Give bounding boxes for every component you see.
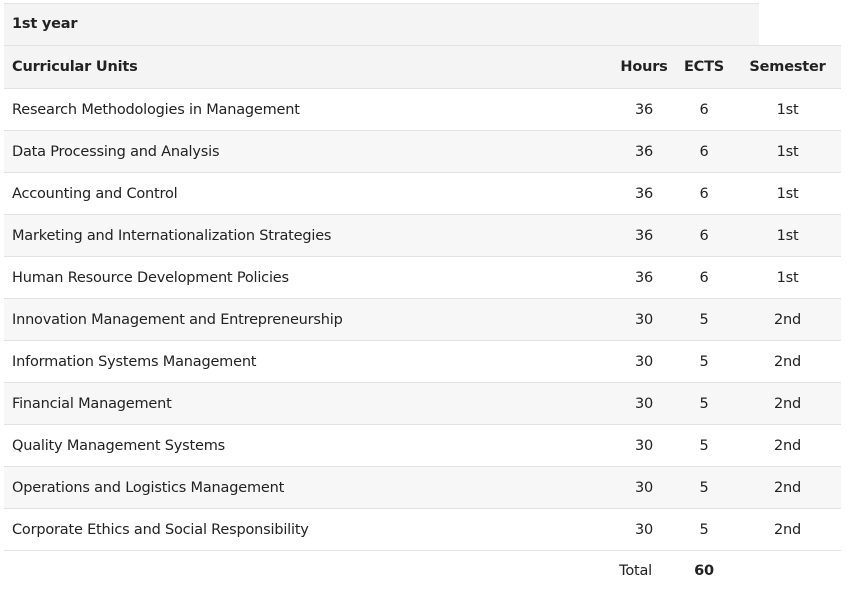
table-row: Human Resource Development Policies 36 6 1s…	[4, 256, 841, 299]
column-header-semester: Semester	[734, 45, 841, 89]
column-header-hours: Hours	[594, 45, 674, 89]
table-row: Operations and Logistics Management 30 5 2n…	[4, 466, 841, 509]
unit-name-cell: Accounting and Control	[4, 172, 594, 215]
ects-cell: 6	[674, 130, 734, 173]
table-row: Financial Management 30 5 2nd	[4, 382, 841, 425]
total-spacer-end	[734, 550, 841, 591]
total-ects-value: 60	[674, 550, 734, 591]
total-row: Total 60	[4, 550, 841, 591]
hours-cell: 36	[594, 214, 674, 257]
table-row: Innovation Management and Entrepreneursh…	[4, 298, 841, 341]
ects-cell: 5	[674, 508, 734, 551]
hours-cell: 30	[594, 508, 674, 551]
hours-cell: 30	[594, 340, 674, 383]
hours-cell: 30	[594, 424, 674, 467]
semester-cell: 2nd	[734, 424, 841, 467]
semester-cell: 2nd	[734, 508, 841, 551]
table-row: Marketing and Internationalization Strat…	[4, 214, 841, 257]
unit-name-cell: Marketing and Internationalization Strat…	[4, 214, 594, 257]
column-header-ects: ECTS	[674, 45, 734, 89]
total-spacer	[4, 550, 594, 591]
ects-cell: 6	[674, 88, 734, 131]
semester-cell: 2nd	[734, 340, 841, 383]
ects-cell: 5	[674, 382, 734, 425]
hours-cell: 36	[594, 256, 674, 299]
hours-cell: 36	[594, 88, 674, 131]
unit-name-cell: Operations and Logistics Management	[4, 466, 594, 509]
semester-cell: 2nd	[734, 298, 841, 341]
unit-name-cell: Financial Management	[4, 382, 594, 425]
curricular-units-table: Curricular Units Hours ECTS Semester Res…	[4, 45, 841, 591]
ects-cell: 5	[674, 466, 734, 509]
semester-cell: 1st	[734, 130, 841, 173]
hours-cell: 30	[594, 298, 674, 341]
hours-cell: 36	[594, 172, 674, 215]
ects-cell: 5	[674, 424, 734, 467]
table-row: Quality Management Systems 30 5 2nd	[4, 424, 841, 467]
table-row: Corporate Ethics and Social Responsibili…	[4, 508, 841, 551]
ects-cell: 6	[674, 256, 734, 299]
table-row: Accounting and Control 36 6 1st	[4, 172, 841, 215]
unit-name-cell: Information Systems Management	[4, 340, 594, 383]
unit-name-cell: Human Resource Development Policies	[4, 256, 594, 299]
ects-cell: 5	[674, 340, 734, 383]
table-row: Research Methodologies in Management 36 6 1…	[4, 88, 841, 131]
semester-cell: 1st	[734, 88, 841, 131]
ects-cell: 6	[674, 172, 734, 215]
semester-cell: 1st	[734, 256, 841, 299]
semester-cell: 1st	[734, 214, 841, 257]
unit-name-cell: Innovation Management and Entrepreneursh…	[4, 298, 594, 341]
column-header-unit: Curricular Units	[4, 45, 594, 89]
unit-name-cell: Data Processing and Analysis	[4, 130, 594, 173]
semester-cell: 2nd	[734, 382, 841, 425]
table-header-row: Curricular Units Hours ECTS Semester	[4, 45, 841, 89]
ects-cell: 6	[674, 214, 734, 257]
unit-name-cell: Research Methodologies in Management	[4, 88, 594, 131]
table-row: Information Systems Management 30 5 2nd	[4, 340, 841, 383]
table-body: Research Methodologies in Management 36 6 1…	[4, 88, 841, 551]
hours-cell: 30	[594, 382, 674, 425]
hours-cell: 36	[594, 130, 674, 173]
semester-cell: 2nd	[734, 466, 841, 509]
table-row: Data Processing and Analysis 36 6 1st	[4, 130, 841, 173]
hours-cell: 30	[594, 466, 674, 509]
ects-cell: 5	[674, 298, 734, 341]
semester-cell: 1st	[734, 172, 841, 215]
unit-name-cell: Corporate Ethics and Social Responsibili…	[4, 508, 594, 551]
total-label: Total	[594, 550, 674, 591]
year-title: 1st year	[4, 3, 759, 45]
unit-name-cell: Quality Management Systems	[4, 424, 594, 467]
